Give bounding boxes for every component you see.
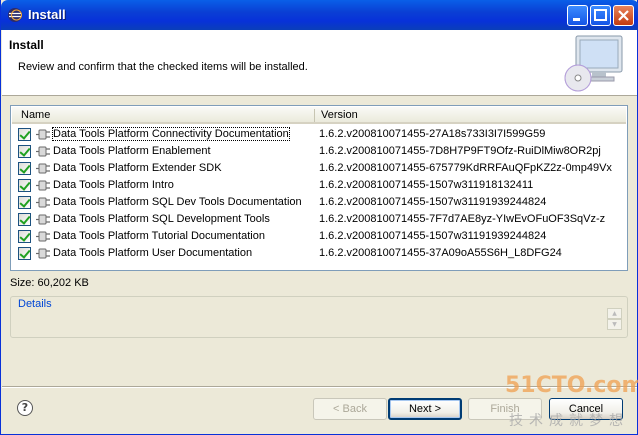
column-header-name[interactable]: Name [21,109,50,121]
table-row[interactable]: Data Tools Platform Enablement 1.6.2.v200… [12,143,626,160]
item-checkbox[interactable] [18,247,31,260]
item-checkbox[interactable] [18,179,31,192]
close-button[interactable] [613,5,634,26]
window-title: Install [28,7,66,22]
item-version: 1.6.2.v200810071455-1507w311918132411 [319,179,534,191]
item-version: 1.6.2.v200810071455-675779KdRRFAuQFpKZ2z… [319,162,612,174]
watermark-text: 51CTO.com [505,373,638,398]
item-checkbox[interactable] [18,213,31,226]
item-version: 1.6.2.v200810071455-7D8H7P9FT9Ofz-RuiDlM… [319,145,601,157]
plugin-icon [36,180,50,191]
install-items-table[interactable]: Name Version Data Tools Platform Connect… [10,105,628,271]
item-name: Data Tools Platform SQL Development Tool… [53,213,270,225]
table-row[interactable]: Data Tools Platform Extender SDK 1.6.2.v2… [12,160,626,177]
title-bar[interactable]: Install [1,0,638,30]
item-version: 1.6.2.v200810071455-27A18s733I3I7I599G59 [319,128,546,140]
table-row[interactable]: Data Tools Platform User Documentation 1.… [12,245,626,262]
item-checkbox[interactable] [18,145,31,158]
maximize-button[interactable] [590,5,611,26]
item-name: Data Tools Platform Extender SDK [53,162,222,174]
watermark-subtext: 技术成就梦想 [509,413,629,429]
next-button[interactable]: Next > [388,398,462,420]
details-group: Details ▲ ▼ [10,296,628,338]
item-name: Data Tools Platform Connectivity Documen… [52,127,290,141]
plugin-icon [36,214,50,225]
item-version: 1.6.2.v200810071455-7F7d7AE8yz-YIwEvOFuO… [319,213,606,225]
item-name: Data Tools Platform SQL Dev Tools Docume… [53,196,302,208]
close-icon [618,10,629,21]
back-button[interactable]: < Back [313,398,387,420]
wizard-header: Install Review and confirm that the chec… [2,30,637,96]
column-header-version[interactable]: Version [321,109,358,121]
scroll-down-icon[interactable]: ▼ [607,319,622,330]
item-name: Data Tools Platform Enablement [53,145,211,157]
table-header: Name Version [12,107,626,124]
eclipse-icon [8,8,22,22]
plugin-icon [36,231,50,242]
minimize-button[interactable] [567,5,588,26]
item-version: 1.6.2.v200810071455-1507w31191939244824 [319,196,547,208]
table-row[interactable]: Data Tools Platform Tutorial Documentati… [12,228,626,245]
item-version: 1.6.2.v200810071455-1507w31191939244824 [319,230,547,242]
size-label: Size: 60,202 KB [10,277,89,289]
help-icon[interactable]: ? [17,400,33,416]
item-name: Data Tools Platform Intro [53,179,174,191]
table-row[interactable]: Data Tools Platform SQL Dev Tools Docume… [12,194,626,211]
details-scrollbar[interactable]: ▲ ▼ [607,308,622,330]
plugin-icon [36,129,50,140]
minimize-icon [573,18,580,21]
table-row[interactable]: Data Tools Platform SQL Development Tool… [12,211,626,228]
details-label: Details [18,298,52,310]
maximize-icon [594,9,607,21]
install-window: Install Install Review and confirm that … [0,0,638,435]
plugin-icon [36,197,50,208]
item-version: 1.6.2.v200810071455-37A09oA55S6H_L8DFG24 [319,247,562,259]
page-title: Install [9,38,44,52]
item-checkbox[interactable] [18,162,31,175]
item-checkbox[interactable] [18,230,31,243]
table-row[interactable]: Data Tools Platform Intro 1.6.2.v20081007… [12,177,626,194]
item-name: Data Tools Platform Tutorial Documentati… [53,230,265,242]
item-checkbox[interactable] [18,128,31,141]
table-row[interactable]: Data Tools Platform Connectivity Documen… [12,126,626,143]
computer-install-icon [564,35,623,92]
column-separator[interactable] [314,109,315,122]
plugin-icon [36,248,50,259]
item-checkbox[interactable] [18,196,31,209]
plugin-icon [36,163,50,174]
plugin-icon [36,146,50,157]
page-description: Review and confirm that the checked item… [18,61,308,73]
watermark-logo: 51CTO.com 技术成就梦想 [505,373,638,433]
item-name: Data Tools Platform User Documentation [53,247,253,259]
scroll-up-icon[interactable]: ▲ [607,308,622,319]
